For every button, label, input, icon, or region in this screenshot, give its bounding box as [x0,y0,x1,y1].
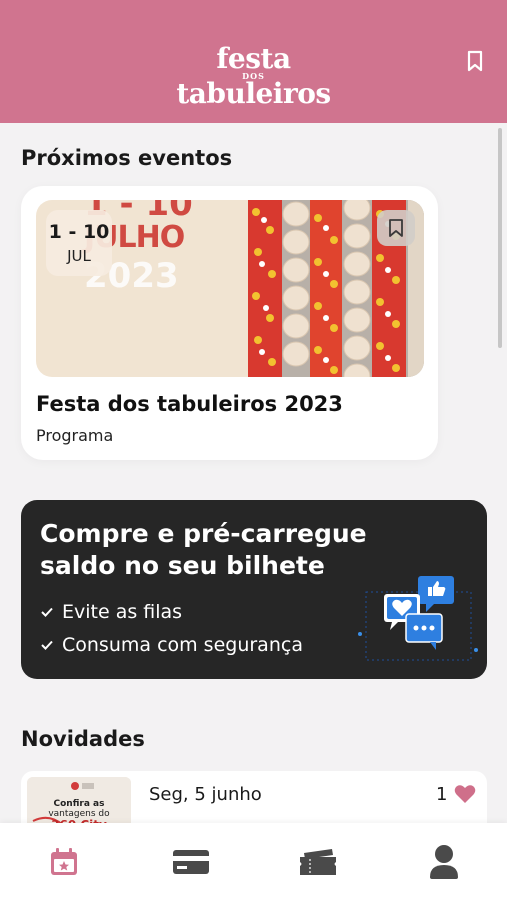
event-date-range: 1 - 10 [48,221,110,243]
event-title: Festa dos tabuleiros 2023 [36,392,343,416]
tab-events[interactable] [24,823,104,900]
tickets-icon [300,848,336,875]
profile-icon [430,844,458,879]
promo-benefit-item: Evite as filas [40,601,182,623]
promo-title: Compre e pré-carregue saldo no seu bilhe… [40,518,367,582]
promo-title-line1: Compre e pré-carregue [40,519,367,548]
check-icon [41,640,53,650]
heart-icon[interactable] [454,784,476,804]
card-icon [173,849,209,874]
promo-benefit-label: Consuma com segurança [62,634,303,656]
chat-bubbles-icon [358,576,478,661]
promo-benefit-label: Evite as filas [62,601,183,623]
logo-line-festa: festa [216,42,291,75]
like-count: 1 [436,784,448,805]
calendar-icon [51,847,77,875]
event-date-badge: 1 - 10 JUL [46,210,112,276]
check-icon [41,607,53,617]
bottom-tab-bar [0,823,507,900]
promo-benefit-item: Consuma com segurança [40,634,303,656]
event-subtitle: Programa [36,426,114,445]
section-title-news: Novidades [21,727,145,751]
news-date: Seg, 5 junho [149,784,262,805]
event-bookmark-button[interactable] [377,210,415,246]
promo-banner[interactable]: Compre e pré-carregue saldo no seu bilhe… [21,500,487,679]
promo-title-line2: saldo no seu bilhete [40,551,325,580]
tab-profile[interactable] [404,823,484,900]
thumbnail-caption: Confira as vantagens do [27,799,131,819]
logo-line-tabuleiros: tabuleiros [176,77,331,110]
tab-wallet[interactable] [151,823,231,900]
event-card[interactable]: 1 - 10 JULHO 2023 1 - 10 JUL Festa dos t… [21,186,438,460]
event-image[interactable]: 1 - 10 JULHO 2023 1 - 10 JUL [36,200,424,377]
tab-tickets[interactable] [278,823,358,900]
thumbnail-caption-line1: Confira as [53,799,105,809]
bookmark-icon[interactable] [465,50,485,72]
festa-logo: festa DOS tabuleiros [0,44,507,109]
bookmark-icon [389,219,403,237]
app-header: festa DOS tabuleiros [0,0,507,123]
scrollbar[interactable] [498,128,502,348]
section-title-upcoming: Próximos eventos [21,146,233,170]
event-month: JUL [67,247,91,265]
